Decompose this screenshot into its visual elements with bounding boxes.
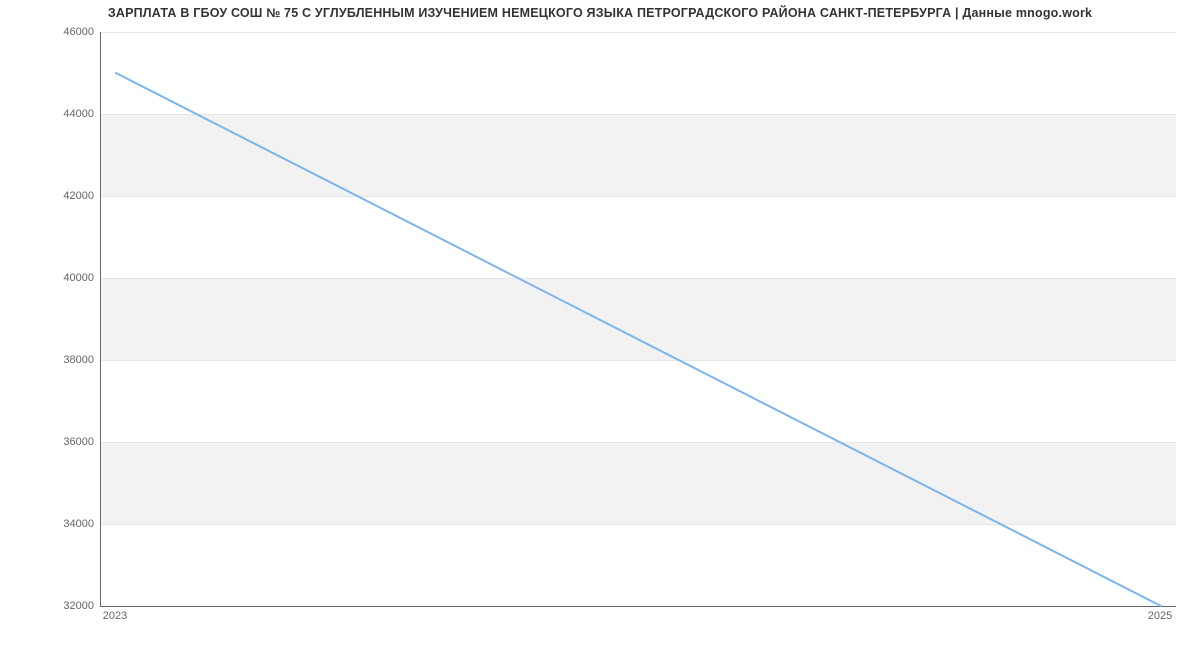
y-tick-label: 38000	[4, 354, 94, 366]
chart-container: ЗАРПЛАТА В ГБОУ СОШ № 75 С УГЛУБЛЕННЫМ И…	[0, 0, 1200, 650]
y-tick-label: 40000	[4, 272, 94, 284]
y-tick-label: 36000	[4, 436, 94, 448]
y-tick-label: 44000	[4, 108, 94, 120]
y-tick-label: 34000	[4, 518, 94, 530]
plot-area	[100, 32, 1176, 607]
y-tick-label: 42000	[4, 190, 94, 202]
x-tick-label: 2025	[1148, 610, 1172, 622]
x-tick-label: 2023	[103, 610, 127, 622]
y-tick-label: 46000	[4, 26, 94, 38]
series-line	[116, 73, 1161, 606]
chart-title: ЗАРПЛАТА В ГБОУ СОШ № 75 С УГЛУБЛЕННЫМ И…	[0, 6, 1200, 20]
y-tick-label: 32000	[4, 600, 94, 612]
line-layer	[101, 32, 1176, 606]
